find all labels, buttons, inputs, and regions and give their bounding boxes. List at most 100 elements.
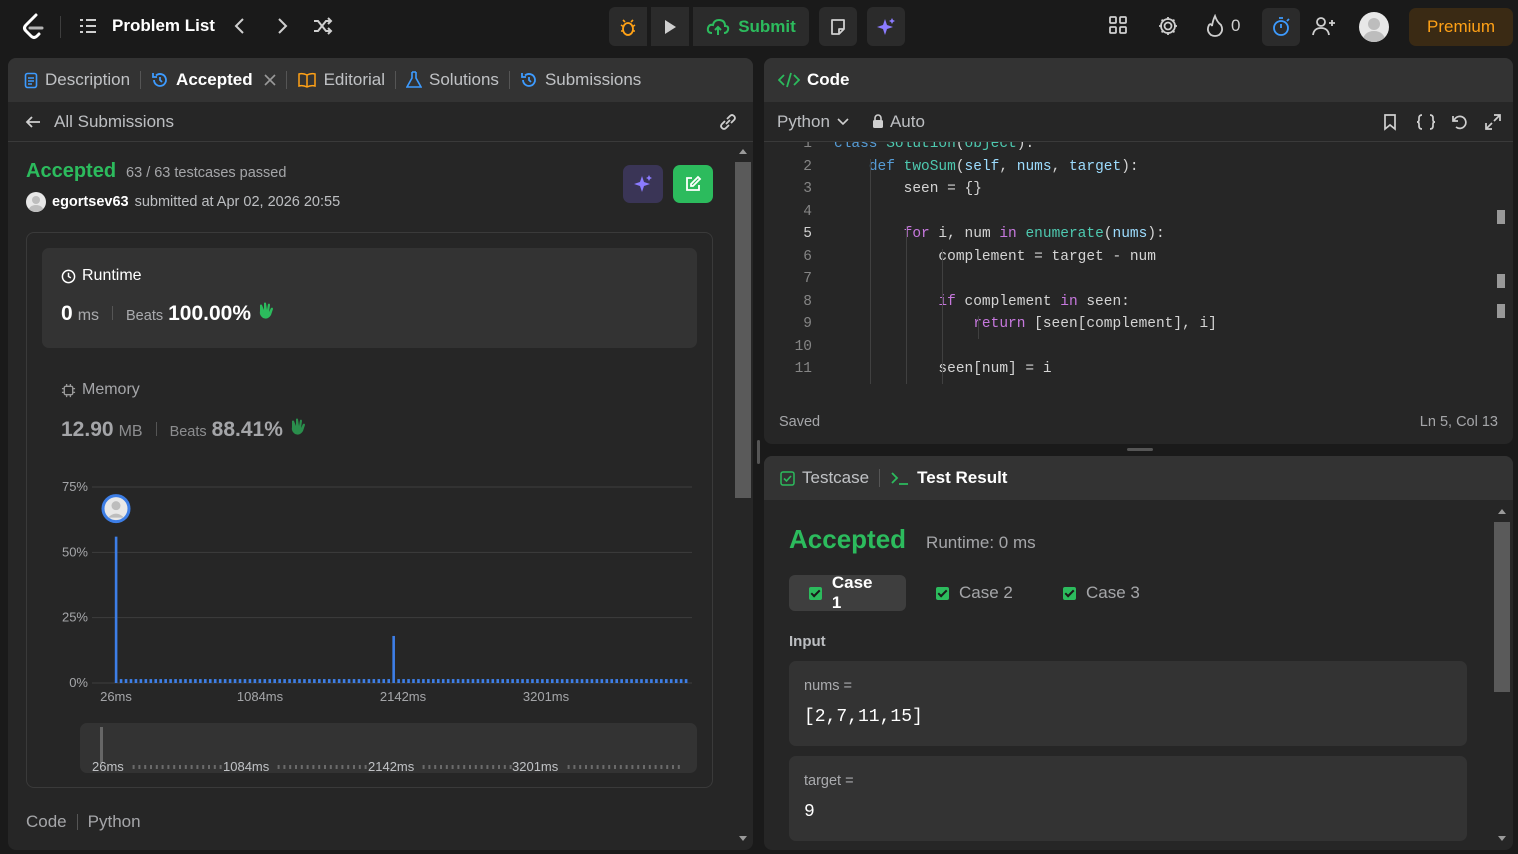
distribution-bar[interactable] bbox=[511, 679, 514, 683]
distribution-bar[interactable] bbox=[501, 679, 505, 683]
distribution-bar[interactable] bbox=[546, 679, 549, 683]
distribution-bar[interactable] bbox=[655, 679, 658, 683]
distribution-bar[interactable] bbox=[199, 679, 202, 683]
editor-scrollbar[interactable] bbox=[1494, 142, 1508, 388]
distribution-bar[interactable] bbox=[204, 679, 207, 683]
tab-solutions[interactable]: Solutions bbox=[406, 70, 499, 90]
distribution-bar[interactable] bbox=[352, 679, 356, 683]
distribution-bar[interactable] bbox=[213, 679, 217, 683]
settings-gear-icon[interactable] bbox=[1156, 14, 1180, 43]
distribution-bar[interactable] bbox=[664, 679, 668, 683]
distribution-bar[interactable] bbox=[580, 679, 584, 683]
distribution-bar[interactable] bbox=[684, 679, 688, 683]
tab-code[interactable]: Code bbox=[778, 70, 850, 90]
expand-icon[interactable] bbox=[1484, 113, 1502, 131]
distribution-bar[interactable] bbox=[189, 679, 192, 683]
reset-icon[interactable] bbox=[1450, 113, 1468, 131]
distribution-bar[interactable] bbox=[541, 679, 544, 683]
distribution-bar[interactable] bbox=[630, 679, 633, 683]
submit-button[interactable]: Submit bbox=[693, 7, 809, 46]
distribution-bar[interactable] bbox=[139, 679, 143, 683]
distribution-bar[interactable] bbox=[332, 679, 336, 683]
distribution-bar[interactable] bbox=[318, 679, 321, 683]
distribution-bar[interactable] bbox=[565, 679, 569, 683]
tab-description[interactable]: Description bbox=[24, 70, 130, 90]
distribution-bar[interactable] bbox=[590, 679, 594, 683]
code-line[interactable]: 9 return [seen[complement], i] bbox=[764, 316, 1494, 338]
distribution-bar[interactable] bbox=[134, 679, 138, 683]
distribution-bar[interactable] bbox=[223, 679, 227, 683]
premium-button[interactable]: Premium bbox=[1409, 8, 1513, 46]
distribution-bar[interactable] bbox=[303, 679, 306, 683]
tab-submissions[interactable]: Submissions bbox=[520, 70, 641, 90]
leetcode-logo-icon[interactable] bbox=[20, 12, 46, 47]
input-target-card[interactable]: target = 9 bbox=[789, 756, 1467, 841]
username[interactable]: egortsev63 bbox=[52, 194, 129, 210]
distribution-bar[interactable] bbox=[570, 679, 574, 683]
distribution-bar[interactable] bbox=[422, 679, 425, 683]
distribution-bar[interactable] bbox=[174, 679, 177, 683]
case-2-tab[interactable]: Case 2 bbox=[916, 575, 1033, 611]
test-scrollbar[interactable] bbox=[1493, 500, 1511, 850]
distribution-bar[interactable] bbox=[124, 679, 128, 683]
next-problem-icon[interactable] bbox=[274, 16, 290, 41]
distribution-bar[interactable] bbox=[531, 679, 534, 683]
all-submissions-link[interactable]: All Submissions bbox=[54, 112, 174, 132]
distribution-bar[interactable] bbox=[575, 679, 579, 683]
add-friend-icon[interactable] bbox=[1311, 14, 1337, 43]
distribution-bar[interactable] bbox=[278, 679, 281, 683]
distribution-bar[interactable] bbox=[481, 679, 485, 683]
ai-assist-button[interactable] bbox=[867, 7, 905, 46]
tab-test-result[interactable]: Test Result bbox=[890, 468, 1007, 488]
distribution-bar[interactable] bbox=[640, 679, 643, 683]
distribution-bar[interactable] bbox=[179, 679, 182, 683]
distribution-bar[interactable] bbox=[342, 679, 346, 683]
streak-counter[interactable]: 0 bbox=[1205, 14, 1240, 38]
distribution-bar[interactable] bbox=[253, 679, 257, 683]
shuffle-icon[interactable] bbox=[312, 16, 334, 41]
code-line[interactable]: 1 class Solution(object): bbox=[764, 142, 1494, 158]
case-3-tab[interactable]: Case 3 bbox=[1043, 575, 1160, 611]
distribution-bar[interactable] bbox=[674, 679, 678, 683]
distribution-bar[interactable] bbox=[650, 679, 653, 683]
auto-toggle[interactable]: Auto bbox=[872, 112, 925, 132]
distribution-bar[interactable] bbox=[243, 679, 247, 683]
distribution-bar[interactable] bbox=[660, 679, 663, 683]
tab-editorial[interactable]: Editorial bbox=[297, 70, 385, 90]
code-line[interactable]: 11 seen[num] = i bbox=[764, 361, 1494, 383]
distribution-bar[interactable] bbox=[248, 679, 252, 683]
distribution-bar[interactable] bbox=[620, 679, 623, 683]
problem-list-button[interactable]: Problem List bbox=[78, 16, 215, 36]
left-scrollbar[interactable] bbox=[734, 144, 752, 850]
distribution-bar[interactable] bbox=[600, 679, 604, 683]
distribution-bar[interactable] bbox=[679, 679, 683, 683]
distribution-bar[interactable] bbox=[496, 679, 500, 683]
distribution-bar[interactable] bbox=[486, 679, 490, 683]
distribution-bar[interactable] bbox=[436, 679, 440, 683]
distribution-bar[interactable] bbox=[322, 679, 326, 683]
debug-button[interactable] bbox=[609, 7, 647, 46]
prev-problem-icon[interactable] bbox=[232, 16, 248, 41]
distribution-bar[interactable] bbox=[605, 679, 609, 683]
distribution-bar[interactable] bbox=[194, 679, 197, 683]
tab-accepted[interactable]: Accepted bbox=[151, 70, 276, 90]
distribution-bar[interactable] bbox=[461, 679, 465, 683]
distribution-bar[interactable] bbox=[526, 679, 529, 683]
code-line[interactable]: 10 bbox=[764, 339, 1494, 361]
distribution-bar[interactable] bbox=[402, 679, 405, 683]
timer-button[interactable] bbox=[1262, 8, 1300, 46]
distribution-bar[interactable] bbox=[228, 679, 232, 683]
runtime-distribution-chart[interactable]: 75% 50% 25% 0% 26ms 1084ms 2142ms 3201ms bbox=[42, 473, 702, 713]
range-slider[interactable]: 26ms 1084ms 2142ms 3201ms bbox=[80, 723, 697, 773]
distribution-bar[interactable] bbox=[441, 679, 445, 683]
code-line[interactable]: 6 complement = target - num bbox=[764, 249, 1494, 271]
tab-testcase[interactable]: Testcase bbox=[780, 468, 869, 488]
distribution-bar[interactable] bbox=[451, 679, 455, 683]
distribution-bar[interactable] bbox=[362, 679, 366, 683]
link-icon[interactable] bbox=[717, 112, 739, 132]
distribution-bar[interactable] bbox=[550, 679, 554, 683]
distribution-bar[interactable] bbox=[491, 679, 495, 683]
distribution-bar[interactable] bbox=[536, 679, 539, 683]
distribution-bar[interactable] bbox=[149, 679, 153, 683]
code-line[interactable]: 5 for i, num in enumerate(nums): bbox=[764, 226, 1494, 248]
